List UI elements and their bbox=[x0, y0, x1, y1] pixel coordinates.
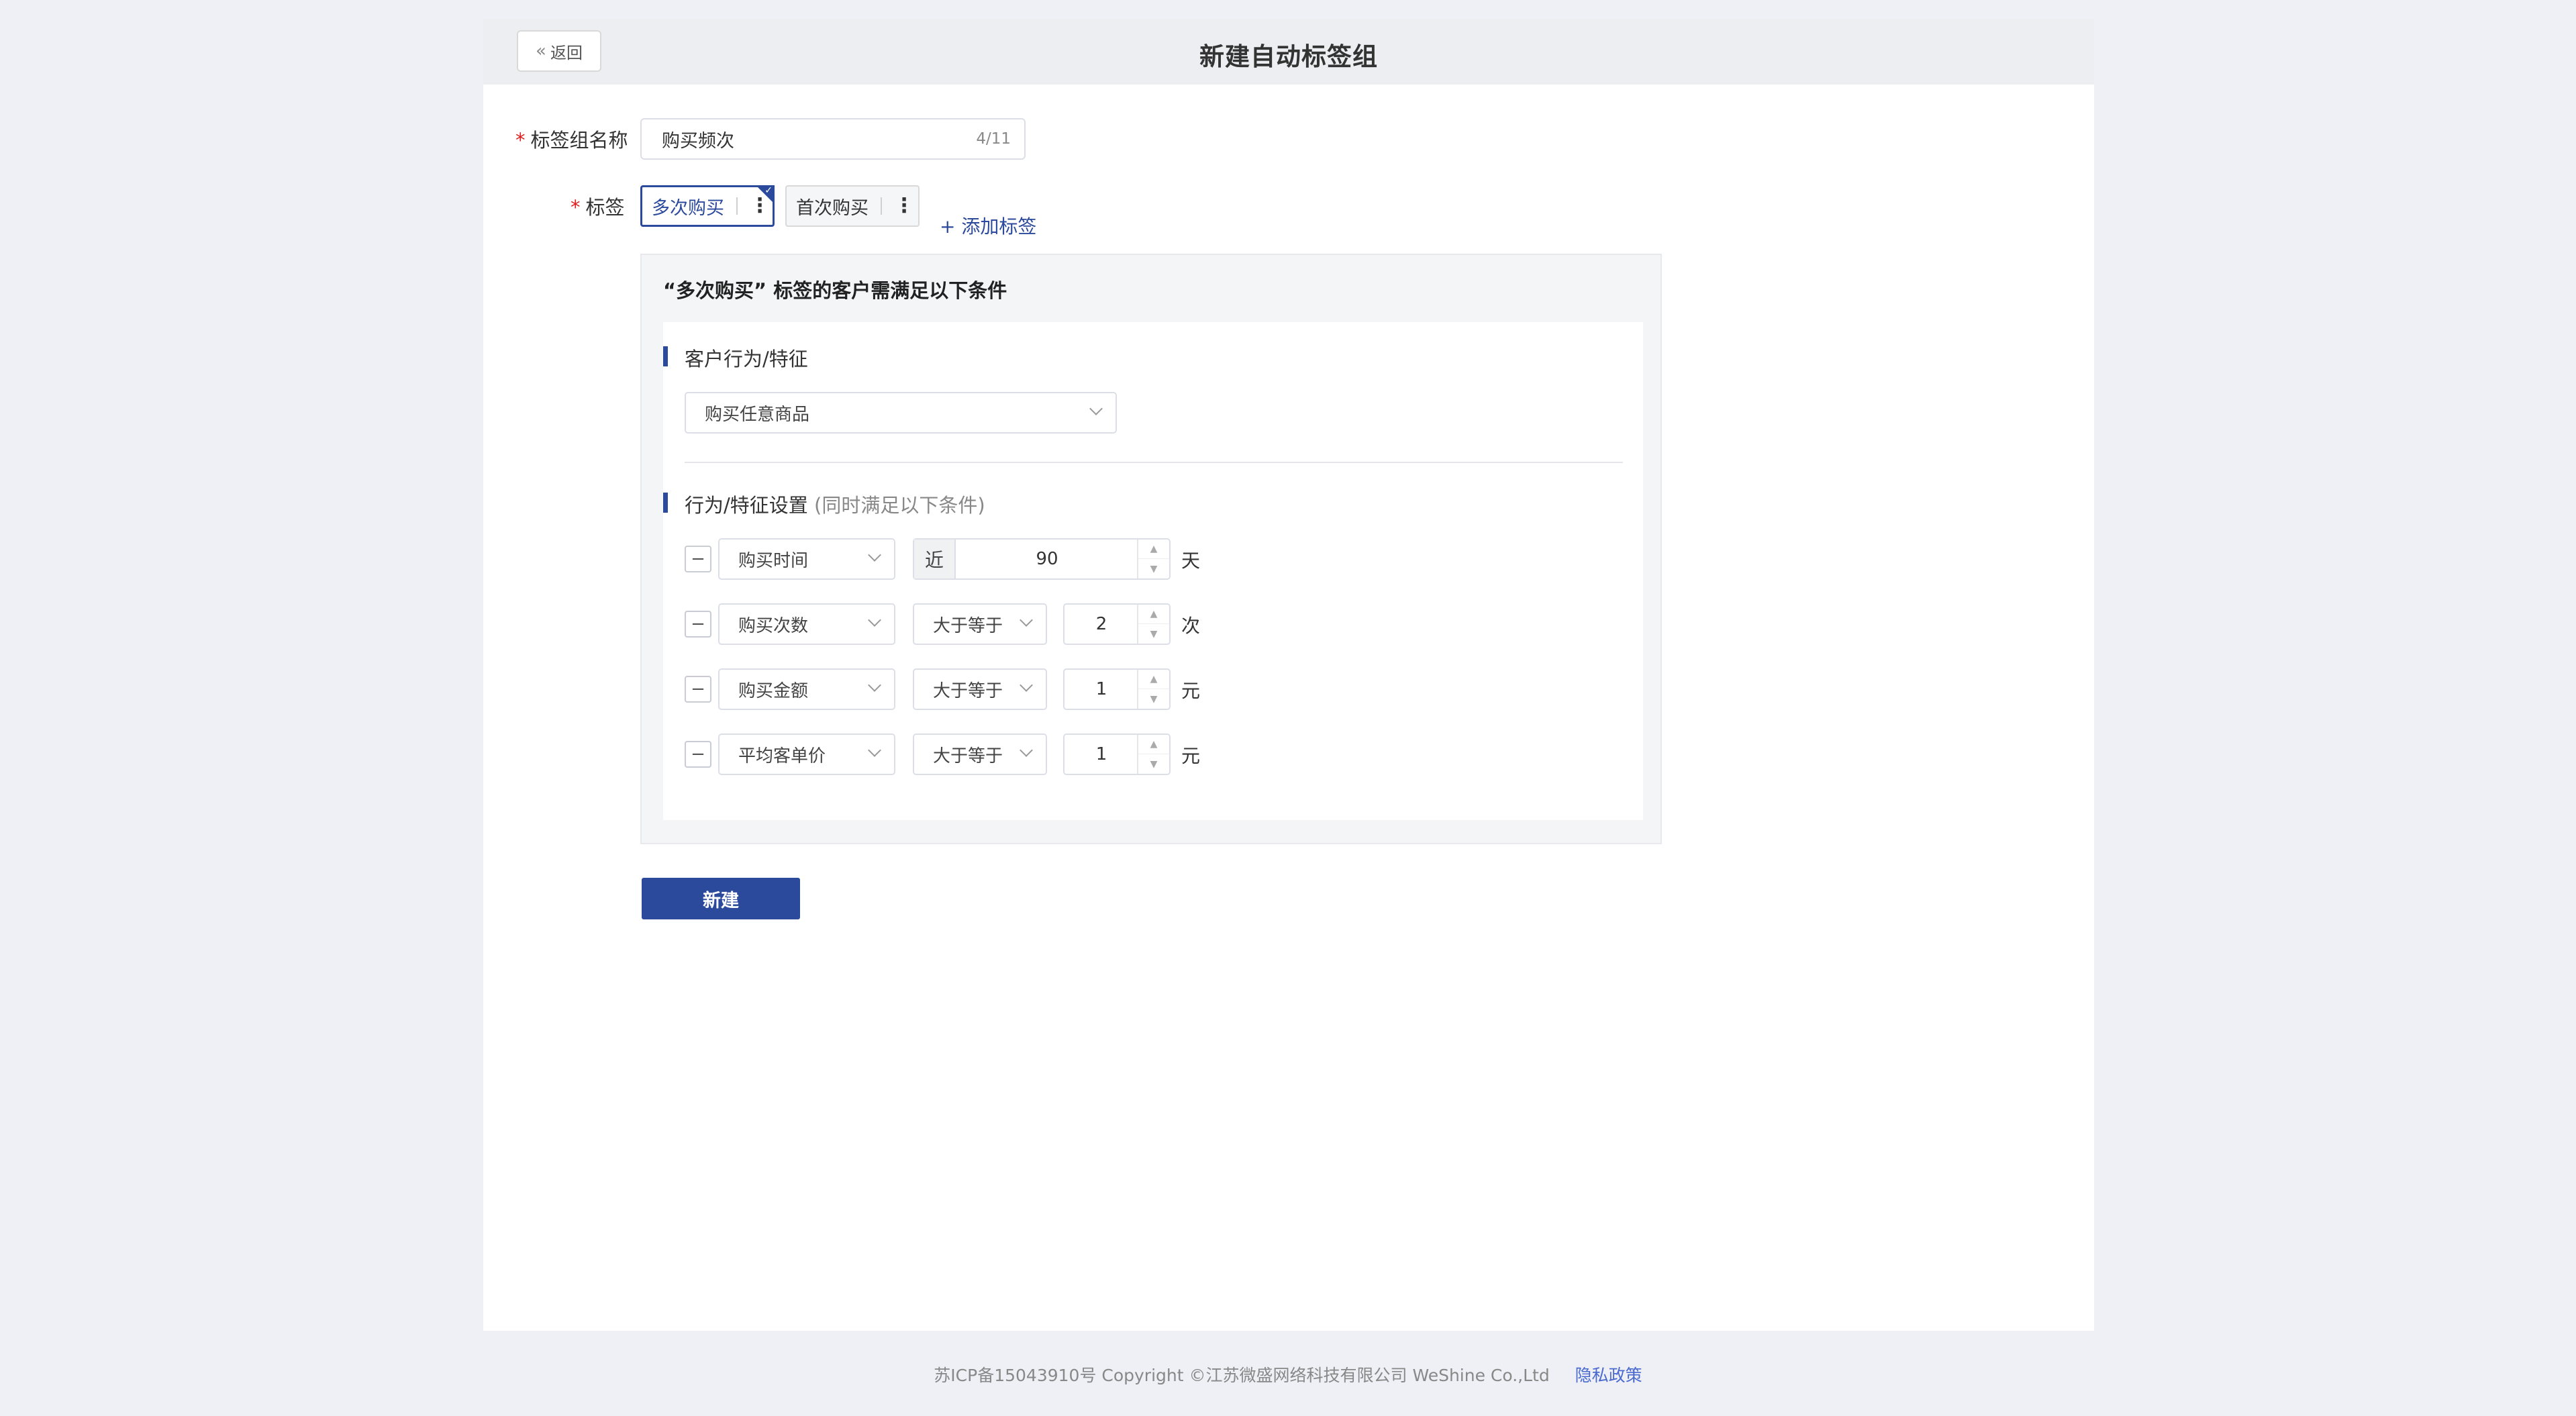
chevron-down-icon bbox=[1020, 744, 1033, 757]
more-vertical-icon[interactable]: ⋮ bbox=[750, 196, 770, 216]
number-stepper: ▲ ▼ bbox=[1137, 670, 1169, 709]
chevron-down-icon bbox=[868, 548, 881, 562]
avg-price-value: 1 bbox=[1095, 744, 1107, 764]
group-name-value: 购买频次 bbox=[662, 130, 734, 152]
remove-condition-button[interactable]: − bbox=[685, 741, 711, 768]
stepper-up-icon[interactable]: ▲ bbox=[1138, 605, 1169, 624]
chevron-down-icon bbox=[868, 744, 881, 757]
footer: 苏ICP备15043910号 Copyright ©江苏微盛网络科技有限公司 W… bbox=[0, 1362, 2576, 1386]
group-name-input[interactable]: 购买频次 4/11 bbox=[640, 118, 1026, 160]
condition-card: 客户行为/特征 购买任意商品 行为/特征设置 (同时满足以下条件) − 购买时间… bbox=[663, 322, 1643, 820]
chevron-down-icon bbox=[1089, 402, 1103, 415]
operator-select[interactable]: 大于等于 bbox=[913, 603, 1047, 645]
char-count: 4/11 bbox=[976, 130, 1011, 148]
divider bbox=[736, 197, 738, 215]
chevron-down-icon bbox=[868, 613, 881, 627]
number-stepper: ▲ ▼ bbox=[1137, 735, 1169, 774]
tag-chip-label: 首次购买 bbox=[796, 197, 869, 219]
remove-condition-button[interactable]: − bbox=[685, 676, 711, 703]
copyright-text: 苏ICP备15043910号 Copyright ©江苏微盛网络科技有限公司 W… bbox=[934, 1366, 1550, 1385]
condition-field-value: 平均客单价 bbox=[738, 746, 826, 766]
page-header: « 返回 新建自动标签组 bbox=[483, 19, 2094, 85]
create-button[interactable]: 新建 bbox=[642, 878, 800, 919]
privacy-policy-link[interactable]: 隐私政策 bbox=[1575, 1366, 1642, 1385]
condition-field-select[interactable]: 购买金额 bbox=[718, 668, 895, 710]
settings-section-hint: (同时满足以下条件) bbox=[814, 494, 985, 517]
stepper-down-icon[interactable]: ▼ bbox=[1138, 689, 1169, 709]
condition-field-value: 购买时间 bbox=[738, 550, 809, 571]
condition-field-value: 购买次数 bbox=[738, 615, 809, 636]
behavior-select[interactable]: 购买任意商品 bbox=[685, 392, 1117, 434]
unit-label: 元 bbox=[1181, 745, 1201, 767]
days-value: 90 bbox=[1036, 549, 1058, 569]
divider bbox=[881, 197, 882, 215]
count-value: 2 bbox=[1095, 614, 1107, 634]
operator-select[interactable]: 大于等于 bbox=[913, 668, 1047, 710]
more-vertical-icon[interactable]: ⋮ bbox=[894, 196, 914, 216]
condition-field-select[interactable]: 平均客单价 bbox=[718, 734, 895, 775]
amount-value: 1 bbox=[1095, 679, 1107, 699]
required-mark: * bbox=[571, 196, 581, 219]
stepper-up-icon[interactable]: ▲ bbox=[1138, 670, 1169, 689]
section-divider bbox=[685, 462, 1623, 463]
condition-field-select[interactable]: 购买次数 bbox=[718, 603, 895, 645]
required-mark: * bbox=[515, 129, 526, 152]
remove-condition-button[interactable]: − bbox=[685, 546, 711, 572]
number-stepper: ▲ ▼ bbox=[1137, 540, 1169, 578]
avg-price-input[interactable]: 1 ▲ ▼ bbox=[1063, 734, 1171, 775]
number-stepper: ▲ ▼ bbox=[1137, 605, 1169, 644]
group-name-label: * 标签组名称 bbox=[515, 129, 628, 152]
tag-chip-label: 多次购买 bbox=[652, 197, 724, 219]
amount-input[interactable]: 1 ▲ ▼ bbox=[1063, 668, 1171, 710]
stepper-down-icon[interactable]: ▼ bbox=[1138, 624, 1169, 644]
tags-label: * 标签 bbox=[571, 196, 625, 219]
remove-condition-button[interactable]: − bbox=[685, 611, 711, 638]
tag-chip-first-purchase[interactable]: 首次购买 ⋮ bbox=[785, 185, 920, 227]
behavior-section-title: 客户行为/特征 bbox=[663, 344, 808, 372]
stepper-up-icon[interactable]: ▲ bbox=[1138, 540, 1169, 559]
tag-chip-multi-purchase[interactable]: 多次购买 ⋮ ✓ bbox=[640, 185, 775, 227]
count-input[interactable]: 2 ▲ ▼ bbox=[1063, 603, 1171, 645]
unit-label: 天 bbox=[1181, 550, 1201, 572]
days-input[interactable]: 近 90 ▲ ▼ bbox=[913, 538, 1171, 580]
operator-value: 大于等于 bbox=[933, 615, 1003, 636]
condition-title: “多次购买” 标签的客户需满足以下条件 bbox=[663, 279, 1007, 302]
unit-label: 元 bbox=[1181, 680, 1201, 702]
settings-section-title: 行为/特征设置 (同时满足以下条件) bbox=[663, 490, 985, 518]
operator-value: 大于等于 bbox=[933, 746, 1003, 766]
unit-label: 次 bbox=[1181, 615, 1201, 637]
days-prefix: 近 bbox=[914, 540, 956, 578]
stepper-up-icon[interactable]: ▲ bbox=[1138, 735, 1169, 754]
stepper-down-icon[interactable]: ▼ bbox=[1138, 559, 1169, 578]
main-panel: « 返回 新建自动标签组 * 标签组名称 购买频次 4/11 * 标签 多次购买 ⋮… bbox=[483, 19, 2094, 1331]
condition-field-select[interactable]: 购买时间 bbox=[718, 538, 895, 580]
add-tag-link[interactable]: + 添加标签 bbox=[940, 212, 1036, 239]
behavior-select-value: 购买任意商品 bbox=[705, 404, 810, 425]
operator-value: 大于等于 bbox=[933, 680, 1003, 701]
condition-field-value: 购买金额 bbox=[738, 680, 809, 701]
chevron-down-icon bbox=[868, 678, 881, 692]
page-title: 新建自动标签组 bbox=[1199, 42, 1378, 71]
operator-select[interactable]: 大于等于 bbox=[913, 734, 1047, 775]
chevron-down-icon bbox=[1020, 613, 1033, 627]
stepper-down-icon[interactable]: ▼ bbox=[1138, 754, 1169, 774]
condition-panel: “多次购买” 标签的客户需满足以下条件 客户行为/特征 购买任意商品 行为/特征… bbox=[640, 254, 1662, 844]
chevron-down-icon bbox=[1020, 678, 1033, 692]
